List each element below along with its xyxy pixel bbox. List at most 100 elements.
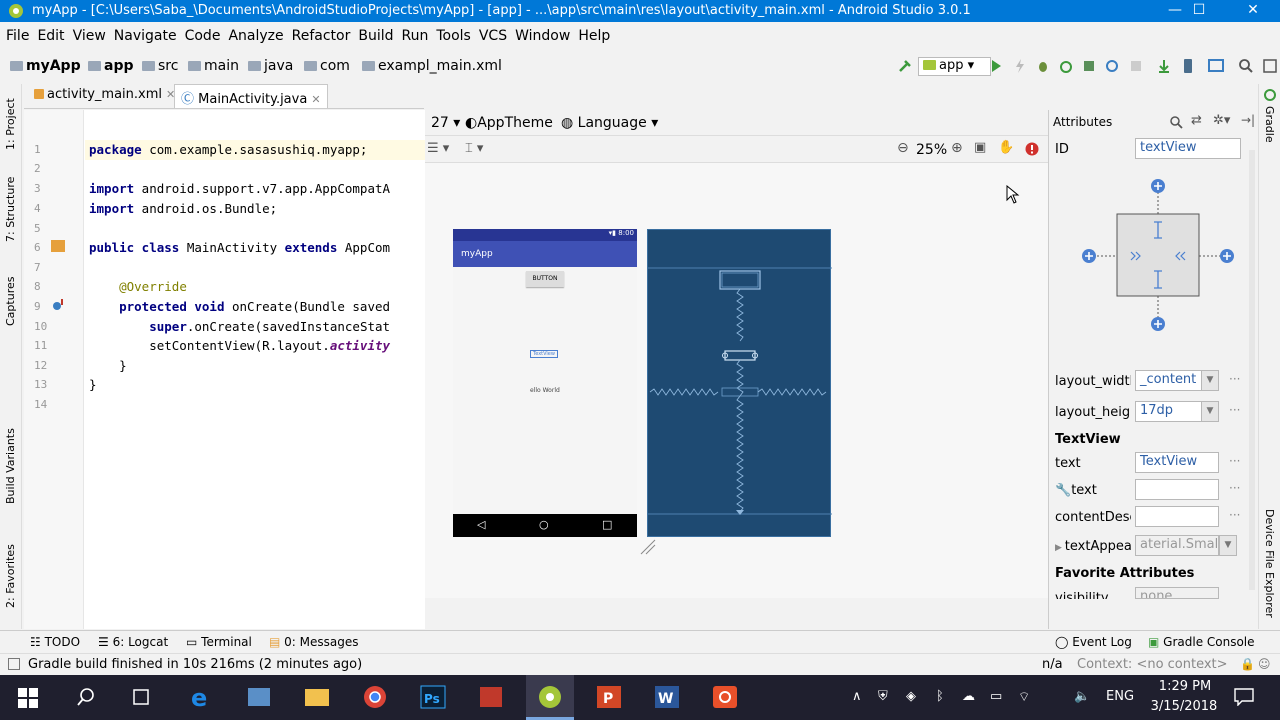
id-field[interactable]: textView [1135, 138, 1241, 159]
lock-icon[interactable]: 🔒 [1240, 657, 1255, 671]
word-icon[interactable]: W [650, 681, 684, 713]
wifi-icon[interactable]: ⌔ [1018, 689, 1030, 705]
search-icon[interactable] [1238, 58, 1254, 74]
powerpoint-icon[interactable]: P [592, 681, 626, 713]
preview-hello-text[interactable]: ello World [530, 387, 560, 394]
task-view-icon[interactable] [130, 687, 152, 707]
api-level-select[interactable]: 27 ▾ [431, 115, 460, 131]
zoom-fit-icon[interactable]: ▣ [974, 140, 986, 155]
profile-icon[interactable] [1058, 58, 1074, 74]
zoom-in-icon[interactable]: ⊕ [951, 140, 963, 156]
notifications-icon[interactable] [1234, 688, 1254, 706]
avd-manager-icon[interactable] [1180, 58, 1196, 74]
run-icon[interactable] [988, 58, 1004, 74]
chrome-icon[interactable] [358, 681, 392, 713]
breadcrumb-main[interactable]: main [188, 58, 239, 74]
breadcrumb-src[interactable]: src [142, 58, 178, 74]
preview-textview-selected[interactable]: TextView [530, 350, 558, 358]
search-icon[interactable] [76, 687, 96, 707]
toggle-tool-windows-icon[interactable] [8, 658, 20, 670]
override-gutter-icon[interactable] [50, 297, 66, 313]
apply-changes-icon[interactable] [1012, 58, 1028, 74]
terminal-tab[interactable]: ▭ Terminal [186, 635, 252, 649]
menu-view[interactable]: View [73, 28, 106, 44]
menu-file[interactable]: File [6, 28, 29, 44]
menu-navigate[interactable]: Navigate [114, 28, 177, 44]
visibility-field[interactable]: none [1135, 587, 1219, 599]
run-config-select[interactable]: app ▾ [918, 57, 992, 76]
photoshop-icon[interactable]: Ps [416, 681, 450, 713]
windows-start-icon[interactable] [18, 688, 38, 708]
menu-refactor[interactable]: Refactor [292, 28, 351, 44]
align-menu-icon[interactable]: ☰ ▾ [427, 141, 449, 156]
screen-recorder-icon[interactable] [708, 681, 742, 713]
content-description-field[interactable] [1135, 506, 1219, 527]
layout-file-gutter-icon[interactable] [50, 238, 66, 254]
breadcrumb-java[interactable]: java [248, 58, 293, 74]
tools-text-more-icon[interactable]: ··· [1229, 481, 1240, 495]
language-select[interactable]: ◍ Language ▾ [561, 115, 658, 131]
error-icon[interactable] [1025, 142, 1039, 156]
todo-tab[interactable]: ☷ TODO [30, 635, 80, 649]
show-hidden-icons[interactable]: ∧ [852, 689, 862, 704]
sync-icon[interactable] [1104, 58, 1120, 74]
debug-icon[interactable] [1035, 58, 1051, 74]
attach-debugger-icon[interactable] [1081, 58, 1097, 74]
margin-menu-icon[interactable]: ⌶ ▾ [465, 141, 483, 156]
attributes-scrollbar[interactable] [1249, 150, 1255, 590]
menu-tools[interactable]: Tools [436, 28, 471, 44]
layout-width-dropdown[interactable]: ▼ [1201, 370, 1219, 391]
content-description-more-icon[interactable]: ··· [1229, 508, 1240, 522]
file-explorer-icon[interactable] [300, 681, 334, 713]
constraint-widget[interactable] [1079, 176, 1239, 336]
menu-analyze[interactable]: Analyze [228, 28, 283, 44]
theme-select[interactable]: ◐AppTheme [465, 115, 553, 131]
menu-build[interactable]: Build [358, 28, 393, 44]
sdk-manager-icon[interactable] [1156, 58, 1172, 74]
display-icon[interactable]: ▭ [990, 689, 1002, 704]
layout-height-more-icon[interactable]: ··· [1229, 403, 1240, 417]
photos-app-icon[interactable] [242, 681, 276, 713]
project-structure-icon[interactable] [1208, 58, 1226, 74]
cloud-icon[interactable]: ☁ [962, 689, 975, 704]
close-tab-icon[interactable]: ✕ [311, 93, 320, 106]
gradle-console-tab[interactable]: ▣ Gradle Console [1148, 635, 1255, 649]
menu-code[interactable]: Code [185, 28, 221, 44]
menu-help[interactable]: Help [578, 28, 610, 44]
breadcrumb-file[interactable]: exampl_main.xml [362, 58, 502, 74]
input-language[interactable]: ENG [1106, 689, 1134, 704]
layout-height-field[interactable]: 17dp [1135, 401, 1207, 422]
messages-tab[interactable]: ▤ 0: Messages [269, 635, 359, 649]
swap-view-icon[interactable]: ⇄ [1191, 113, 1202, 128]
close-button[interactable]: ✕ [1230, 0, 1276, 22]
layout-width-field[interactable]: _content [1135, 370, 1207, 391]
text-appearance-field[interactable]: aterial.Small [1135, 535, 1219, 556]
code-editor[interactable]: 1 3 4 5 6 7 8 9 10 11 12 13 14 2 package… [24, 110, 425, 629]
layout-icon[interactable] [1262, 58, 1278, 74]
tab-activity-main-xml[interactable]: activity_main.xml ✕ [28, 84, 181, 108]
volume-icon[interactable]: 🔈 [1074, 689, 1090, 704]
text-appearance-label[interactable]: ▶ textAppea [1055, 539, 1131, 554]
expand-arrow-icon[interactable]: ▶ [1055, 543, 1065, 553]
text-appearance-dropdown[interactable]: ▼ [1219, 535, 1237, 556]
menu-vcs[interactable]: VCS [479, 28, 507, 44]
menu-run[interactable]: Run [402, 28, 429, 44]
stop-icon[interactable] [1128, 58, 1144, 74]
layout-width-more-icon[interactable]: ··· [1229, 372, 1240, 386]
android-studio-icon[interactable] [533, 681, 567, 713]
logcat-tab[interactable]: ☰ 6: Logcat [98, 635, 168, 649]
breadcrumb-app[interactable]: app [88, 58, 134, 74]
bluetooth-icon[interactable]: ᛒ [936, 689, 944, 704]
maximize-button[interactable]: ☐ [1176, 0, 1222, 22]
edge-icon[interactable]: e [184, 681, 218, 713]
project-tool-tab[interactable]: 1: Project [4, 98, 17, 150]
event-log-tab[interactable]: ◯ Event Log [1055, 635, 1132, 649]
resize-handle-icon[interactable] [639, 538, 657, 556]
clock-time[interactable]: 1:29 PM [1152, 679, 1218, 694]
menu-edit[interactable]: Edit [37, 28, 64, 44]
network-status-icon[interactable]: ◈ [906, 689, 916, 704]
design-preview[interactable]: ▾▮ 8:00 myApp BUTTON TextView ello World… [453, 229, 637, 537]
structure-tool-tab[interactable]: 7: Structure [4, 177, 17, 242]
text-field[interactable]: TextView [1135, 452, 1219, 473]
gear-icon[interactable]: ✲▾ [1213, 113, 1230, 128]
